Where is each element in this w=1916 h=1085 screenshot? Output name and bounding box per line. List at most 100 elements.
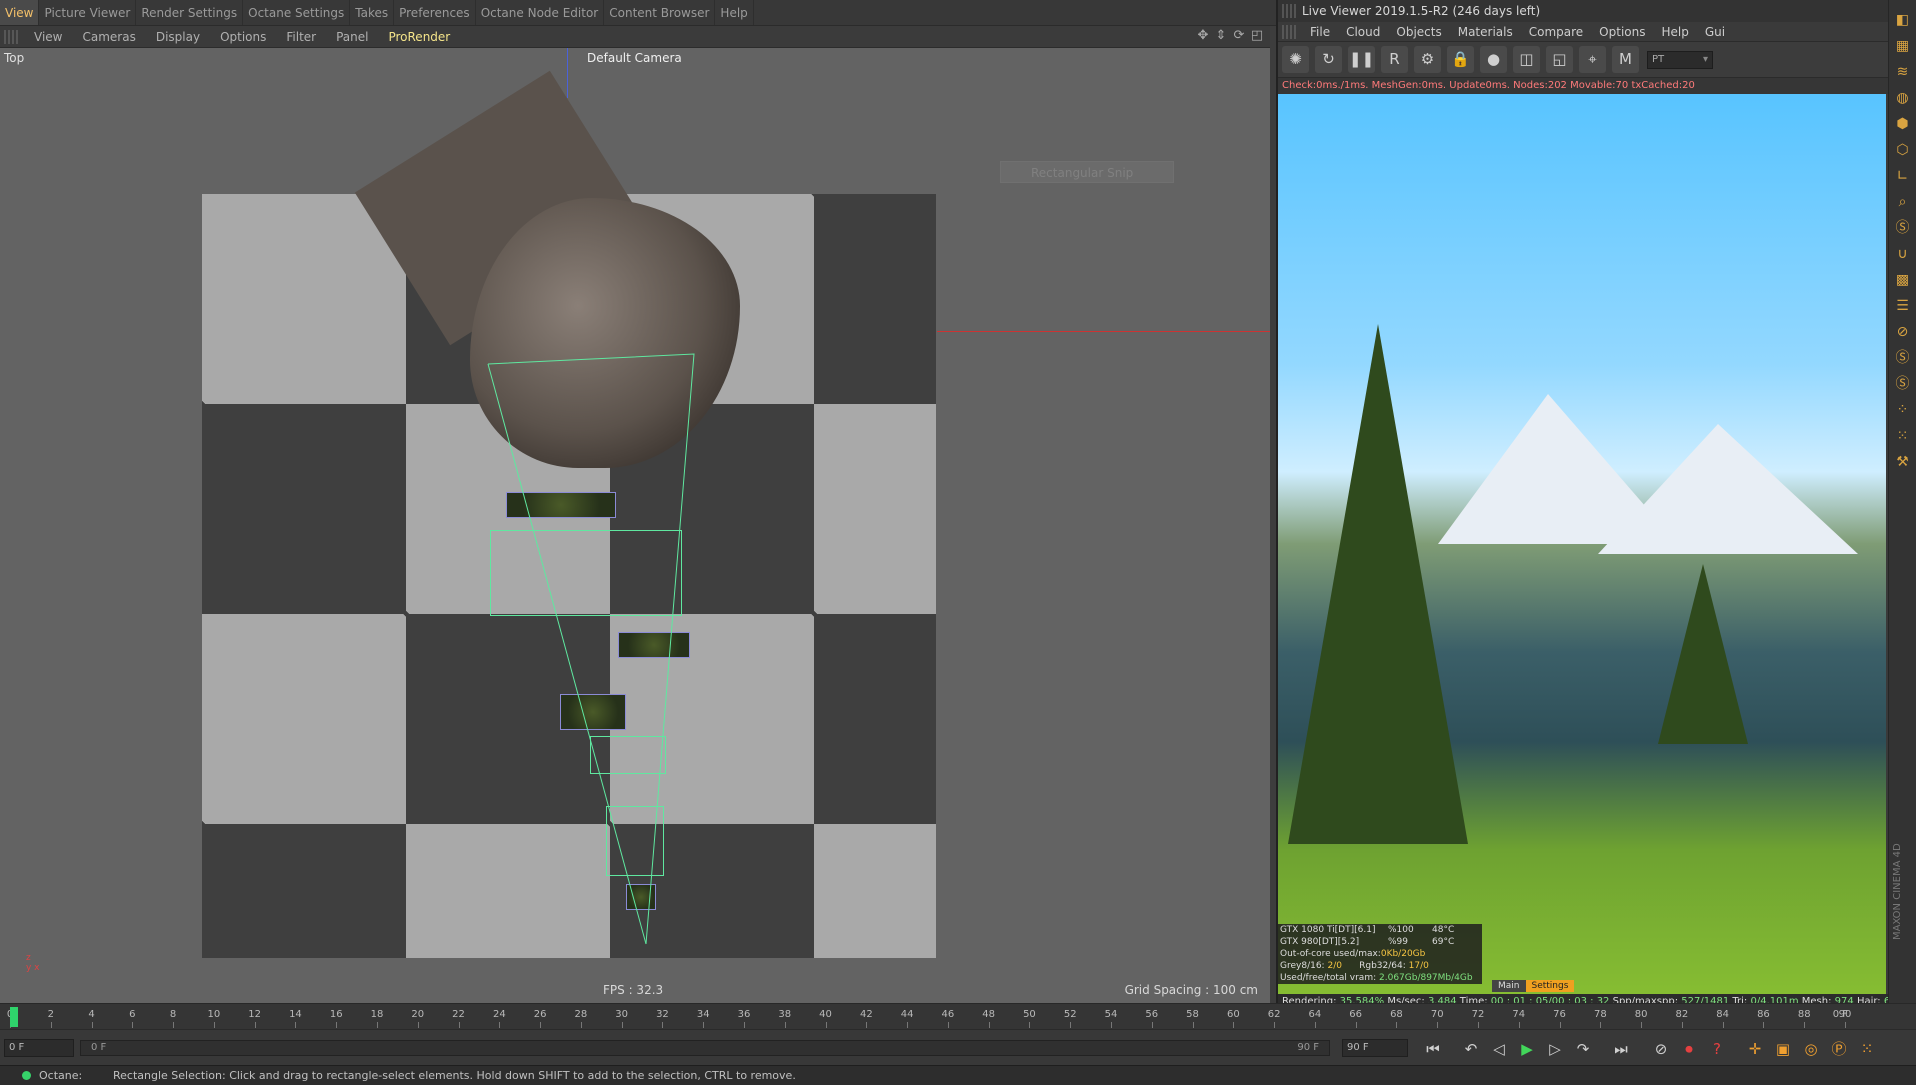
step-forward-icon[interactable]: ▷ [1544,1039,1566,1059]
vp-menu-filter[interactable]: Filter [276,26,326,48]
rendered-image[interactable]: GTX 1080 Ti[DT][6.1] %100 48°C GTX 980[D… [1278,94,1886,994]
maximize-view-icon[interactable]: ◰ [1250,29,1264,43]
menu-content-browser[interactable]: Content Browser [604,0,716,25]
key-pla-icon[interactable]: ⁙ [1856,1039,1878,1059]
timeline-tick-line [988,1022,990,1028]
end-frame-field[interactable]: 90 F [1342,1039,1408,1057]
go-to-end-icon[interactable]: ⏭ [1610,1039,1632,1059]
restart-render-icon[interactable]: ↻ [1315,46,1342,73]
disabled-icon[interactable]: ⊘ [1893,322,1913,342]
autokey-icon[interactable]: ? [1706,1039,1728,1059]
menu-octane-settings[interactable]: Octane Settings [243,0,351,25]
menu-preferences[interactable]: Preferences [394,0,476,25]
go-to-start-icon[interactable]: ⏮ [1422,1039,1444,1059]
vp-menu-prorender[interactable]: ProRender [378,26,460,48]
box-icon[interactable]: ⬢ [1893,114,1913,134]
s-icon[interactable]: Ⓢ [1893,218,1913,238]
menu-help[interactable]: Help [715,0,754,25]
vp-menu-panel[interactable]: Panel [326,26,378,48]
timeline-tick-label: 10 [207,1009,221,1020]
timeline-tick-line [1355,1022,1357,1028]
timeline-tick-line [1029,1022,1031,1028]
vram-value: 2.067Gb/897Mb/4Gb [1379,973,1473,983]
menu-takes[interactable]: Takes [350,0,395,25]
sphere-icon[interactable]: ◍ [1893,88,1913,108]
grip-icon[interactable] [1282,24,1296,39]
menu-octane-node-editor[interactable]: Octane Node Editor [476,0,605,25]
lock-icon[interactable]: 🔒 [1447,46,1474,73]
pick-material-icon[interactable]: M [1612,46,1639,73]
settings-gear-icon[interactable]: ⚙ [1414,46,1441,73]
vp-menu-display[interactable]: Display [146,26,210,48]
timeline-tick-line [1274,1022,1276,1028]
cube-icon[interactable]: ◧ [1893,10,1913,30]
step-back-icon[interactable]: ◁ [1488,1039,1510,1059]
pause-icon[interactable]: ❚❚ [1348,46,1375,73]
lv-menu-objects[interactable]: Objects [1388,25,1449,39]
vp-menu-cameras[interactable]: Cameras [72,26,145,48]
mouse-icon[interactable]: ⌕ [1893,192,1913,212]
tab-settings[interactable]: Settings [1525,980,1575,992]
vp-menu-options[interactable]: Options [210,26,276,48]
material-ball-icon[interactable]: ● [1480,46,1507,73]
checker-icon[interactable]: ▦ [1893,36,1913,56]
lv-menu-compare[interactable]: Compare [1521,25,1591,39]
menu-view[interactable]: View [0,0,40,25]
magnet-icon[interactable]: ∪ [1893,244,1913,264]
move-view-icon[interactable]: ✥ [1196,29,1210,43]
record-icon[interactable]: ⏺ [1678,1039,1700,1059]
timeline-tick-line [1314,1022,1316,1028]
timeline-ruler[interactable]: 0246810121416182022242628303234363840424… [0,1003,1916,1029]
angle-icon[interactable]: ∟ [1893,166,1913,186]
tab-main[interactable]: Main [1492,980,1526,992]
pick-focus-icon[interactable]: ⌖ [1579,46,1606,73]
timeline-tick-line [947,1022,949,1028]
previous-key-icon[interactable]: ↶ [1460,1039,1482,1059]
keyframe-disabled-icon[interactable]: ⊘ [1650,1039,1672,1059]
timeline-playhead[interactable] [10,1007,18,1027]
live-viewer-toolbar: ✺ ↻ ❚❚ R ⚙ 🔒 ● ◫ ◱ ⌖ M PT [1278,42,1888,78]
range-end-value: 90 F [1297,1042,1319,1053]
grip-icon[interactable] [1282,4,1296,18]
region-icon[interactable]: ◫ [1513,46,1540,73]
key-param-icon[interactable]: Ⓟ [1828,1039,1850,1059]
s-gray-icon[interactable]: Ⓢ [1893,374,1913,394]
lv-menu-materials[interactable]: Materials [1450,25,1521,39]
play-icon[interactable]: ▶ [1516,1039,1538,1059]
vp-menu-view[interactable]: View [24,26,72,48]
menu-render-settings[interactable]: Render Settings [136,0,244,25]
kernel-select[interactable]: PT [1647,50,1713,69]
lv-menu-file[interactable]: File [1302,25,1338,39]
dots-icon[interactable]: ⁘ [1893,400,1913,420]
send-scene-icon[interactable]: ✺ [1282,46,1309,73]
s-orange-icon[interactable]: Ⓢ [1893,348,1913,368]
region-render-icon[interactable]: R [1381,46,1408,73]
preview-range-slider[interactable]: 0 F 90 F [80,1040,1330,1056]
lv-menu-cloud[interactable]: Cloud [1338,25,1388,39]
timeline-tick-label: 70 [1430,1009,1444,1020]
timeline-tick-label: 82 [1675,1009,1689,1020]
timeline-tick-line [1070,1022,1072,1028]
timeline-tick-label: 72 [1471,1009,1485,1020]
scale-view-icon[interactable]: ⇕ [1214,29,1228,43]
key-position-icon[interactable]: ✛ [1744,1039,1766,1059]
dots2-icon[interactable]: ⁙ [1893,426,1913,446]
box2-icon[interactable]: ⬡ [1893,140,1913,160]
lv-menu-options[interactable]: Options [1591,25,1653,39]
grid-icon[interactable]: ▩ [1893,270,1913,290]
next-key-icon[interactable]: ↷ [1572,1039,1594,1059]
timeline-tick-line [173,1022,175,1028]
lv-menu-help[interactable]: Help [1653,25,1696,39]
stack-icon[interactable]: ☰ [1893,296,1913,316]
key-scale-icon[interactable]: ▣ [1772,1039,1794,1059]
film-region-icon[interactable]: ◱ [1546,46,1573,73]
3d-viewport[interactable]: Top Default Camera Rectangular Snip zy x… [0,48,1270,1003]
key-rotation-icon[interactable]: ◎ [1800,1039,1822,1059]
grip-icon[interactable] [4,29,18,44]
current-frame-field[interactable]: 0 F [4,1039,74,1057]
rotate-view-icon[interactable]: ⟳ [1232,29,1246,43]
layers-icon[interactable]: ≋ [1893,62,1913,82]
tool-icon[interactable]: ⚒ [1893,452,1913,472]
menu-picture-viewer[interactable]: Picture Viewer [39,0,137,25]
lv-menu-gui[interactable]: Gui [1697,25,1733,39]
